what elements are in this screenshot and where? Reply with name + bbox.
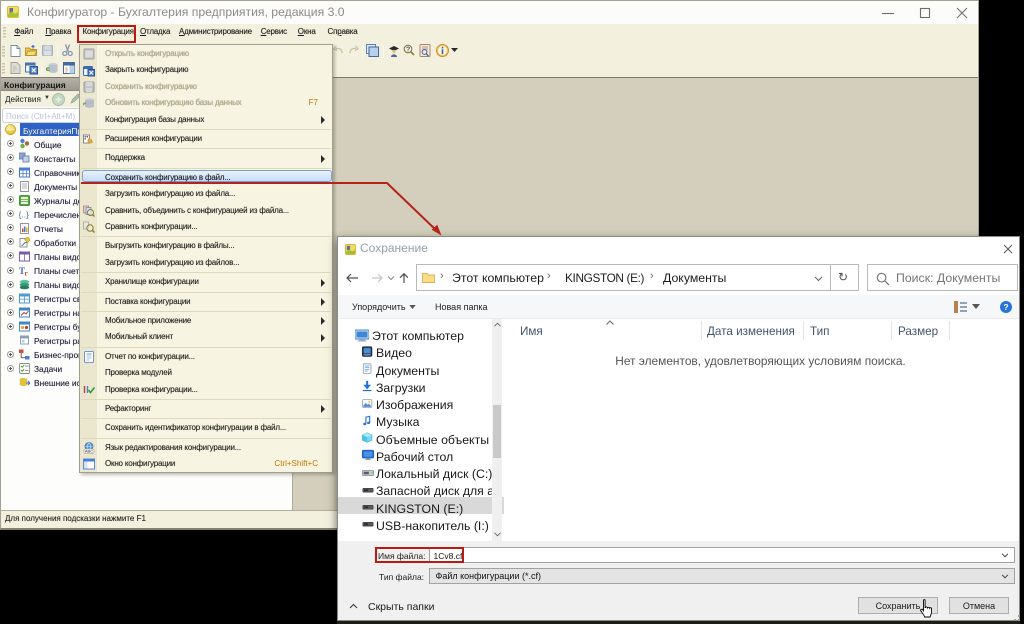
svg-text:r: r bbox=[25, 269, 28, 276]
svg-text:ABC: ABC bbox=[85, 449, 93, 454]
svg-text:?: ? bbox=[406, 47, 410, 54]
svg-text:{..}: {..} bbox=[19, 209, 29, 219]
svg-text:?: ? bbox=[1003, 302, 1008, 312]
